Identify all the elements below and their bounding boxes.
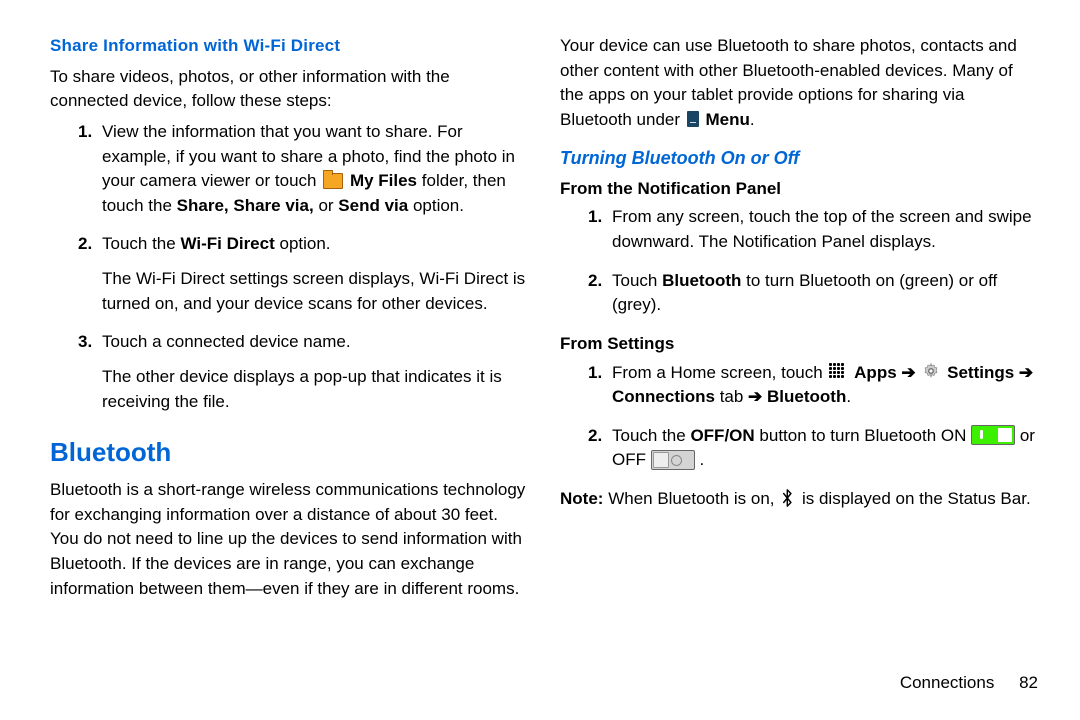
settings-step-1: From a Home screen, touch Apps ➔ S bbox=[612, 361, 1038, 410]
settings-step-2: Touch the OFF/ON button to turn Bluetoot… bbox=[612, 424, 1038, 473]
note-label: Note: bbox=[560, 489, 603, 508]
page-body: Share Information with Wi-Fi Direct To s… bbox=[0, 0, 1080, 667]
text: option. bbox=[413, 196, 464, 215]
page-number: 82 bbox=[1019, 673, 1038, 692]
share-step-2-detail: The Wi-Fi Direct settings screen display… bbox=[102, 267, 528, 316]
text: Touch a connected device name. bbox=[102, 332, 351, 351]
bluetooth-intro: Bluetooth is a short-range wireless comm… bbox=[50, 478, 528, 601]
text-bold: Menu bbox=[706, 110, 750, 129]
left-column: Share Information with Wi-Fi Direct To s… bbox=[50, 34, 528, 607]
text: is displayed on the Status Bar. bbox=[802, 489, 1031, 508]
text: . bbox=[699, 450, 704, 469]
text: Touch bbox=[612, 271, 662, 290]
text-bold: Apps bbox=[854, 363, 897, 382]
bt-share-intro: Your device can use Bluetooth to share p… bbox=[560, 34, 1038, 133]
heading-from-settings: From Settings bbox=[560, 332, 1038, 357]
arrow-icon: ➔ bbox=[748, 387, 762, 406]
text: Your device can use Bluetooth to share p… bbox=[560, 36, 1017, 129]
note-line: Note: When Bluetooth is on, is displayed… bbox=[560, 487, 1038, 512]
folder-icon bbox=[323, 173, 343, 189]
text-bold: My Files bbox=[350, 171, 417, 190]
share-step-3-detail: The other device displays a pop-up that … bbox=[102, 365, 528, 414]
arrow-icon: ➔ bbox=[1019, 363, 1033, 382]
text-bold: OFF/ON bbox=[690, 426, 754, 445]
share-step-3: Touch a connected device name. The other… bbox=[102, 330, 528, 414]
text: button to turn Bluetooth ON bbox=[759, 426, 971, 445]
np-step-2: Touch Bluetooth to turn Bluetooth on (gr… bbox=[612, 269, 1038, 318]
share-steps-list: View the information that you want to sh… bbox=[50, 120, 528, 414]
apps-grid-icon bbox=[829, 363, 847, 381]
settings-steps-list: From a Home screen, touch Apps ➔ S bbox=[560, 361, 1038, 474]
share-step-1: View the information that you want to sh… bbox=[102, 120, 528, 219]
bluetooth-icon bbox=[781, 489, 795, 507]
heading-from-notification-panel: From the Notification Panel bbox=[560, 177, 1038, 202]
text: From a Home screen, touch bbox=[612, 363, 827, 382]
text: Touch the bbox=[102, 234, 180, 253]
np-steps-list: From any screen, touch the top of the sc… bbox=[560, 205, 1038, 318]
text-bold: Send via bbox=[338, 196, 408, 215]
toggle-on-icon bbox=[971, 425, 1015, 445]
heading-bluetooth: Bluetooth bbox=[50, 434, 528, 472]
page-footer: Connections 82 bbox=[900, 671, 1038, 696]
text-bold: Bluetooth bbox=[767, 387, 846, 406]
gear-icon bbox=[922, 362, 940, 380]
text-bold: Bluetooth bbox=[662, 271, 741, 290]
text-bold: Connections bbox=[612, 387, 715, 406]
text: option. bbox=[279, 234, 330, 253]
text-bold: Wi-Fi Direct bbox=[180, 234, 274, 253]
share-intro: To share videos, photos, or other inform… bbox=[50, 65, 528, 114]
text: or bbox=[318, 196, 338, 215]
text: . bbox=[846, 387, 851, 406]
right-column: Your device can use Bluetooth to share p… bbox=[560, 34, 1038, 607]
text: tab bbox=[720, 387, 748, 406]
heading-share-wifi-direct: Share Information with Wi-Fi Direct bbox=[50, 34, 528, 59]
text: When Bluetooth is on, bbox=[608, 489, 779, 508]
text: . bbox=[750, 110, 755, 129]
heading-turning-bt: Turning Bluetooth On or Off bbox=[560, 145, 1038, 171]
text-bold: Share, Share via, bbox=[177, 196, 314, 215]
np-step-1: From any screen, touch the top of the sc… bbox=[612, 205, 1038, 254]
footer-section: Connections bbox=[900, 673, 995, 692]
arrow-icon: ➔ bbox=[901, 363, 915, 382]
share-step-2: Touch the Wi-Fi Direct option. The Wi-Fi… bbox=[102, 232, 528, 316]
text: Touch the bbox=[612, 426, 690, 445]
toggle-off-icon bbox=[651, 450, 695, 470]
menu-icon bbox=[687, 111, 699, 127]
text-bold: Settings bbox=[947, 363, 1014, 382]
